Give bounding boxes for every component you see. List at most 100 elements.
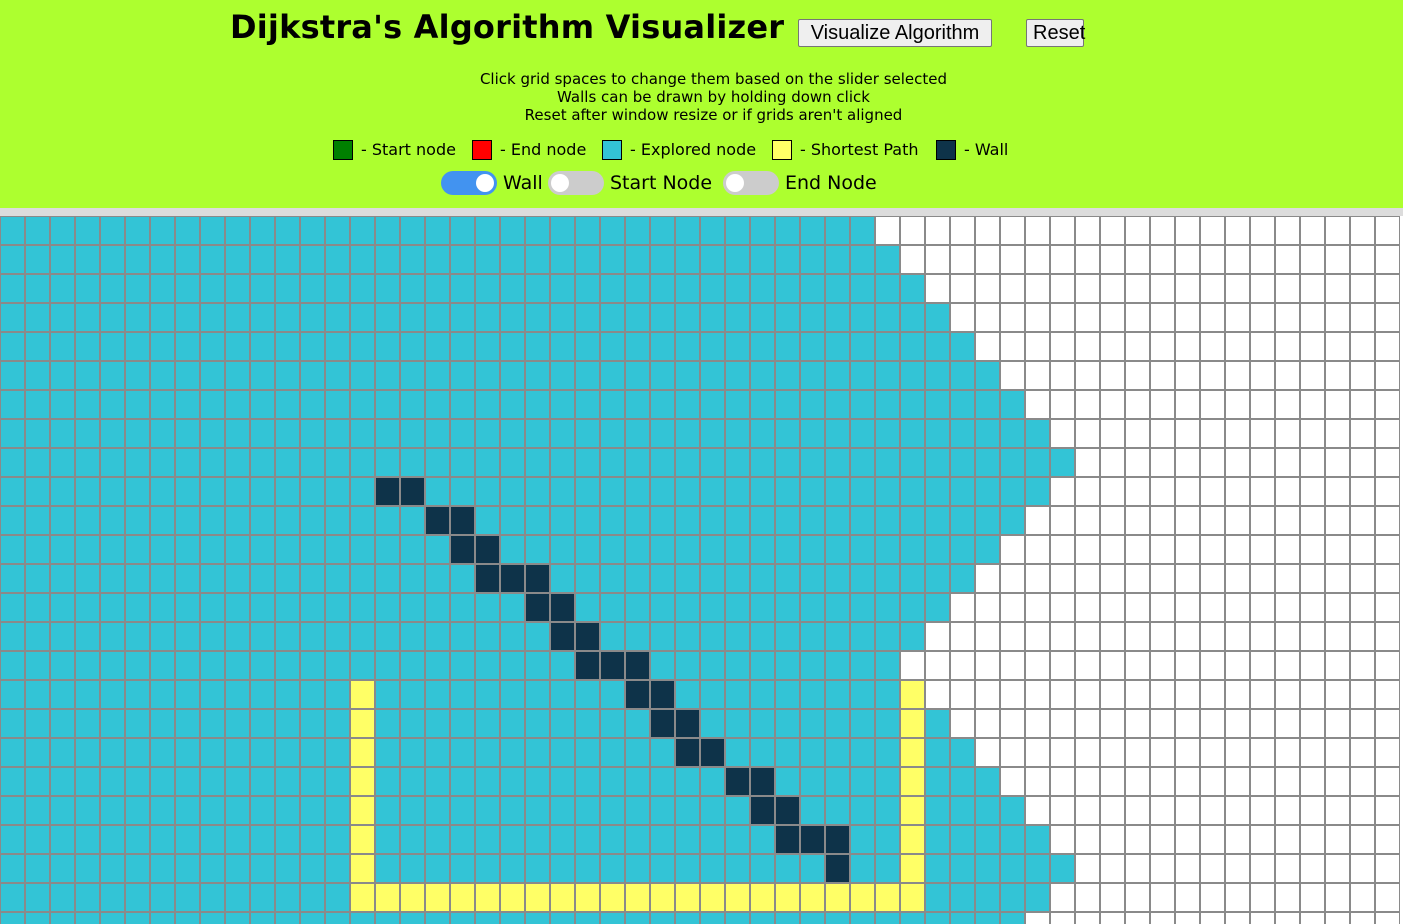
explored-cell[interactable] [0,477,25,506]
explored-cell[interactable] [125,912,150,924]
explored-cell[interactable] [875,535,900,564]
explored-cell[interactable] [700,796,725,825]
explored-cell[interactable] [75,651,100,680]
explored-cell[interactable] [0,796,25,825]
explored-cell[interactable] [850,680,875,709]
explored-cell[interactable] [100,535,125,564]
explored-cell[interactable] [850,274,875,303]
empty-cell[interactable] [1025,274,1050,303]
empty-cell[interactable] [1200,477,1225,506]
explored-cell[interactable] [200,477,225,506]
explored-cell[interactable] [325,216,350,245]
empty-cell[interactable] [1275,303,1300,332]
explored-cell[interactable] [100,912,125,924]
explored-cell[interactable] [275,419,300,448]
explored-cell[interactable] [75,796,100,825]
empty-cell[interactable] [1275,622,1300,651]
path-cell[interactable] [900,854,925,883]
empty-cell[interactable] [1025,390,1050,419]
empty-cell[interactable] [1350,216,1375,245]
explored-cell[interactable] [1000,912,1025,924]
explored-cell[interactable] [300,303,325,332]
explored-cell[interactable] [375,912,400,924]
explored-cell[interactable] [525,245,550,274]
explored-cell[interactable] [1000,854,1025,883]
empty-cell[interactable] [1225,738,1250,767]
wall-toggle[interactable] [441,171,497,195]
empty-cell[interactable] [1250,303,1275,332]
empty-cell[interactable] [1200,622,1225,651]
empty-cell[interactable] [1125,825,1150,854]
empty-cell[interactable] [1250,738,1275,767]
explored-cell[interactable] [725,912,750,924]
explored-cell[interactable] [900,390,925,419]
explored-cell[interactable] [375,622,400,651]
explored-cell[interactable] [900,361,925,390]
explored-cell[interactable] [150,854,175,883]
wall-cell[interactable] [750,796,775,825]
explored-cell[interactable] [50,332,75,361]
explored-cell[interactable] [175,216,200,245]
explored-cell[interactable] [550,854,575,883]
explored-cell[interactable] [150,535,175,564]
explored-cell[interactable] [850,448,875,477]
explored-cell[interactable] [875,709,900,738]
explored-cell[interactable] [0,912,25,924]
explored-cell[interactable] [500,216,525,245]
empty-cell[interactable] [1300,680,1325,709]
explored-cell[interactable] [875,361,900,390]
explored-cell[interactable] [925,709,950,738]
empty-cell[interactable] [1000,332,1025,361]
explored-cell[interactable] [75,680,100,709]
explored-cell[interactable] [175,593,200,622]
empty-cell[interactable] [1375,622,1400,651]
empty-cell[interactable] [1200,245,1225,274]
explored-cell[interactable] [200,448,225,477]
explored-cell[interactable] [350,477,375,506]
explored-cell[interactable] [25,796,50,825]
empty-cell[interactable] [1250,390,1275,419]
explored-cell[interactable] [850,477,875,506]
explored-cell[interactable] [75,564,100,593]
explored-cell[interactable] [400,448,425,477]
explored-cell[interactable] [575,825,600,854]
empty-cell[interactable] [1150,680,1175,709]
explored-cell[interactable] [525,825,550,854]
empty-cell[interactable] [1075,709,1100,738]
explored-cell[interactable] [425,448,450,477]
explored-cell[interactable] [650,651,675,680]
explored-cell[interactable] [475,506,500,535]
empty-cell[interactable] [1150,274,1175,303]
explored-cell[interactable] [550,390,575,419]
explored-cell[interactable] [75,390,100,419]
empty-cell[interactable] [1100,564,1125,593]
empty-cell[interactable] [1050,216,1075,245]
empty-cell[interactable] [1275,216,1300,245]
explored-cell[interactable] [150,796,175,825]
explored-cell[interactable] [750,564,775,593]
explored-cell[interactable] [75,332,100,361]
explored-cell[interactable] [400,419,425,448]
empty-cell[interactable] [1025,709,1050,738]
empty-cell[interactable] [975,332,1000,361]
empty-cell[interactable] [1125,448,1150,477]
empty-cell[interactable] [1325,622,1350,651]
empty-cell[interactable] [1225,825,1250,854]
explored-cell[interactable] [925,535,950,564]
explored-cell[interactable] [625,709,650,738]
explored-cell[interactable] [950,854,975,883]
explored-cell[interactable] [700,825,725,854]
empty-cell[interactable] [1075,332,1100,361]
explored-cell[interactable] [600,593,625,622]
explored-cell[interactable] [25,912,50,924]
explored-cell[interactable] [25,419,50,448]
empty-cell[interactable] [1100,303,1125,332]
explored-cell[interactable] [200,506,225,535]
explored-cell[interactable] [725,651,750,680]
explored-cell[interactable] [175,303,200,332]
empty-cell[interactable] [1050,622,1075,651]
explored-cell[interactable] [575,767,600,796]
explored-cell[interactable] [800,448,825,477]
empty-cell[interactable] [1375,854,1400,883]
empty-cell[interactable] [1375,709,1400,738]
